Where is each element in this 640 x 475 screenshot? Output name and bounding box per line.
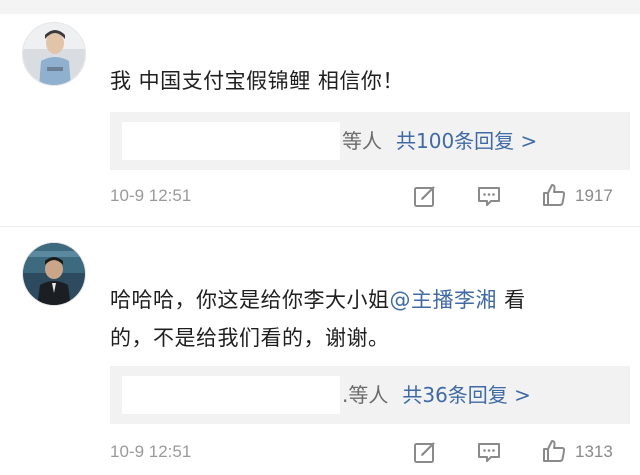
comment-line-1: 哈哈哈，你这是给你李大小姐 bbox=[110, 288, 390, 312]
redacted-usernames bbox=[122, 376, 340, 414]
thumbs-up-icon[interactable] bbox=[541, 182, 567, 208]
like-count: 1313 bbox=[575, 442, 613, 461]
thumbs-up-icon[interactable] bbox=[541, 438, 567, 464]
reply-preview-box[interactable]: .等人 共36条回复 > bbox=[110, 366, 630, 424]
comment-icon[interactable] bbox=[476, 183, 502, 209]
avatar[interactable] bbox=[22, 22, 86, 86]
comment-text: 哈哈哈，你这是给你李大小姐@主播李湘 看 的，不是给我们看的，谢谢。 bbox=[110, 281, 526, 357]
comment-text: 我 中国支付宝假锦鲤 相信你！ bbox=[110, 62, 404, 100]
edit-icon[interactable] bbox=[412, 439, 438, 465]
comment-divider bbox=[0, 226, 640, 227]
mention-link[interactable]: @主播李湘 bbox=[390, 288, 498, 312]
comment-timestamp: 10-9 12:51 bbox=[110, 442, 192, 461]
view-replies-link[interactable]: 共100条回复 > bbox=[396, 129, 537, 153]
top-edge bbox=[0, 0, 640, 14]
view-replies-link[interactable]: 共36条回复 > bbox=[402, 383, 531, 407]
redacted-usernames bbox=[122, 122, 340, 160]
comment-timestamp: 10-9 12:51 bbox=[110, 186, 192, 205]
comment-line-2: 的，不是给我们看的，谢谢。 bbox=[110, 326, 390, 350]
comment-line-1-tail: 看 bbox=[497, 288, 526, 312]
reply-summary[interactable]: .等人 共36条回复 > bbox=[342, 366, 531, 424]
reply-users-suffix: .等人 bbox=[342, 383, 389, 407]
reply-summary[interactable]: 等人 共100条回复 > bbox=[342, 112, 537, 170]
edit-icon[interactable] bbox=[412, 183, 438, 209]
reply-users-suffix: 等人 bbox=[342, 129, 382, 153]
avatar[interactable] bbox=[22, 242, 86, 306]
reply-preview-box[interactable]: 等人 共100条回复 > bbox=[110, 112, 630, 170]
comment-icon[interactable] bbox=[476, 439, 502, 465]
user-avatar-image bbox=[23, 243, 85, 305]
comment-line-1: 我 中国支付宝假锦鲤 相信你！ bbox=[110, 69, 404, 93]
user-avatar-image bbox=[23, 23, 85, 85]
like-count: 1917 bbox=[575, 186, 613, 205]
